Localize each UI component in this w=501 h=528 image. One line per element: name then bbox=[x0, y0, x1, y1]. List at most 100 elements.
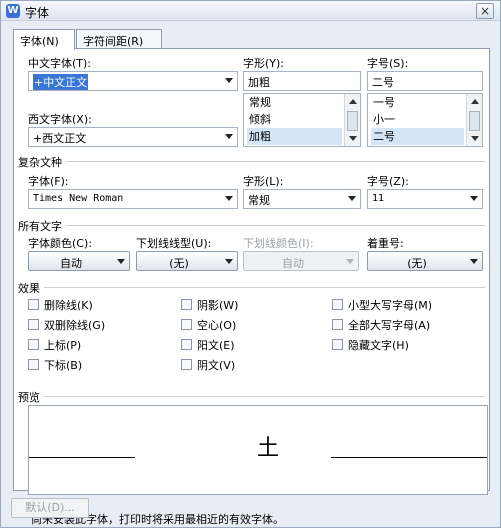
chevron-down-icon[interactable] bbox=[225, 196, 233, 201]
chevron-down-icon[interactable] bbox=[117, 259, 125, 264]
shadow-checkbox[interactable] bbox=[181, 299, 192, 310]
preview-sample-text: 土 bbox=[257, 436, 280, 461]
style-scrollbar[interactable] bbox=[344, 94, 360, 146]
emboss-label[interactable]: 阳文(E) bbox=[197, 337, 235, 353]
scroll-down-arrow-icon[interactable] bbox=[471, 136, 479, 141]
section-divider bbox=[20, 287, 485, 288]
preview-section-label: 预览 bbox=[18, 389, 44, 405]
chevron-down-icon[interactable] bbox=[225, 78, 233, 83]
hidden-text-checkbox[interactable] bbox=[332, 339, 343, 350]
engrave-checkbox[interactable] bbox=[181, 359, 192, 370]
all-caps-checkbox[interactable] bbox=[332, 319, 343, 330]
chevron-down-icon[interactable] bbox=[225, 134, 233, 139]
default-button: 默认(D)... bbox=[11, 498, 89, 518]
size-option-selected[interactable]: 二号 bbox=[371, 128, 464, 145]
style-option[interactable]: 倾斜 bbox=[247, 111, 342, 128]
section-divider bbox=[20, 225, 485, 226]
emphasis-dropdown[interactable]: (无) bbox=[367, 251, 483, 271]
hidden-text-label[interactable]: 隐藏文字(H) bbox=[348, 337, 409, 353]
complex-font-label: 字体(F): bbox=[28, 175, 69, 188]
size-listbox[interactable]: 一号 小一 二号 bbox=[367, 93, 483, 147]
subscript-label[interactable]: 下标(B) bbox=[44, 357, 82, 373]
section-divider bbox=[20, 396, 485, 397]
complex-size-combo[interactable]: 11 bbox=[367, 189, 483, 209]
size-option[interactable]: 小一 bbox=[371, 111, 464, 128]
western-font-value: +西文正文 bbox=[33, 132, 87, 145]
scroll-up-arrow-icon[interactable] bbox=[471, 99, 479, 104]
all-caps-label[interactable]: 全部大写字母(A) bbox=[348, 317, 430, 333]
complex-style-label: 字形(L): bbox=[243, 175, 284, 188]
size-scrollbar[interactable] bbox=[466, 94, 482, 146]
style-option-selected[interactable]: 加粗 bbox=[247, 128, 342, 145]
small-caps-checkbox[interactable] bbox=[332, 299, 343, 310]
scroll-up-arrow-icon[interactable] bbox=[349, 99, 357, 104]
style-option[interactable]: 常规 bbox=[247, 94, 342, 111]
tab-character-spacing[interactable]: 字符间距(R) bbox=[76, 29, 162, 49]
western-font-label: 西文字体(X): bbox=[28, 113, 92, 126]
western-font-combo[interactable]: +西文正文 bbox=[28, 127, 238, 147]
size-input[interactable]: 二号 bbox=[367, 71, 483, 91]
tab-font[interactable]: 字体(N) bbox=[13, 29, 75, 50]
scroll-thumb[interactable] bbox=[347, 111, 358, 131]
chevron-down-icon[interactable] bbox=[348, 196, 356, 201]
complex-style-combo[interactable]: 常规 bbox=[243, 189, 361, 209]
strikethrough-checkbox[interactable] bbox=[28, 299, 39, 310]
size-label: 字号(S): bbox=[367, 57, 409, 70]
complex-font-value: Times New Roman bbox=[33, 193, 124, 204]
outline-label[interactable]: 空心(O) bbox=[197, 317, 236, 333]
engrave-label[interactable]: 阴文(V) bbox=[197, 357, 235, 373]
close-button[interactable]: × bbox=[476, 3, 494, 19]
font-color-dropdown[interactable]: 自动 bbox=[28, 251, 130, 271]
double-strikethrough-checkbox[interactable] bbox=[28, 319, 39, 330]
subscript-checkbox[interactable] bbox=[28, 359, 39, 370]
chinese-font-value: +中文正文 bbox=[33, 74, 89, 90]
underline-color-dropdown: 自动 bbox=[243, 251, 359, 271]
outline-checkbox[interactable] bbox=[181, 319, 192, 330]
emphasis-label: 着重号: bbox=[367, 237, 404, 250]
font-tab-panel: 中文字体(T): +中文正文 字形(Y): 加粗 常规 倾斜 加粗 字号(S):… bbox=[13, 48, 490, 526]
underline-color-label: 下划线颜色(I): bbox=[243, 237, 314, 250]
underline-type-value: (无) bbox=[169, 257, 189, 270]
emboss-checkbox[interactable] bbox=[181, 339, 192, 350]
complex-font-combo[interactable]: Times New Roman bbox=[28, 189, 238, 209]
preview-baseline-left bbox=[29, 457, 135, 458]
scroll-thumb[interactable] bbox=[469, 111, 480, 131]
chinese-font-label: 中文字体(T): bbox=[28, 57, 92, 70]
chevron-down-icon[interactable] bbox=[225, 259, 233, 264]
chinese-font-combo[interactable]: +中文正文 bbox=[28, 71, 238, 91]
style-input[interactable]: 加粗 bbox=[243, 71, 361, 91]
section-divider bbox=[20, 161, 485, 162]
complex-size-value: 11 bbox=[372, 193, 385, 204]
size-option[interactable]: 一号 bbox=[371, 94, 464, 111]
complex-style-value: 常规 bbox=[248, 194, 270, 207]
strikethrough-label[interactable]: 删除线(K) bbox=[44, 297, 93, 313]
shadow-label[interactable]: 阴影(W) bbox=[197, 297, 238, 313]
chevron-down-icon[interactable] bbox=[470, 259, 478, 264]
superscript-checkbox[interactable] bbox=[28, 339, 39, 350]
small-caps-label[interactable]: 小型大写字母(M) bbox=[348, 297, 432, 313]
emphasis-value: (无) bbox=[407, 257, 427, 270]
all-text-section-label: 所有文字 bbox=[18, 218, 66, 234]
font-dialog: W 字体 × 字体(N) 字符间距(R) 中文字体(T): +中文正文 字形(Y… bbox=[0, 0, 501, 528]
chevron-down-icon[interactable] bbox=[470, 196, 478, 201]
underline-color-value: 自动 bbox=[282, 257, 304, 270]
chevron-down-icon bbox=[346, 259, 354, 264]
font-color-label: 字体颜色(C): bbox=[28, 237, 92, 250]
size-value: 二号 bbox=[372, 76, 394, 89]
font-color-value: 自动 bbox=[60, 257, 82, 270]
preview-box: 土 bbox=[28, 405, 488, 495]
title-bar[interactable]: W 字体 × bbox=[1, 1, 500, 21]
underline-type-label: 下划线线型(U): bbox=[136, 237, 212, 250]
complex-size-label: 字号(Z): bbox=[367, 175, 409, 188]
complex-section-label: 复杂文种 bbox=[18, 154, 66, 170]
double-strikethrough-label[interactable]: 双删除线(G) bbox=[44, 317, 105, 333]
wps-app-icon: W bbox=[6, 4, 20, 18]
underline-type-dropdown[interactable]: (无) bbox=[136, 251, 238, 271]
style-label: 字形(Y): bbox=[243, 57, 285, 70]
superscript-label[interactable]: 上标(P) bbox=[44, 337, 81, 353]
scroll-down-arrow-icon[interactable] bbox=[349, 136, 357, 141]
style-value: 加粗 bbox=[248, 76, 270, 89]
style-listbox[interactable]: 常规 倾斜 加粗 bbox=[243, 93, 361, 147]
effects-section-label: 效果 bbox=[18, 280, 44, 296]
window-title: 字体 bbox=[25, 6, 50, 20]
